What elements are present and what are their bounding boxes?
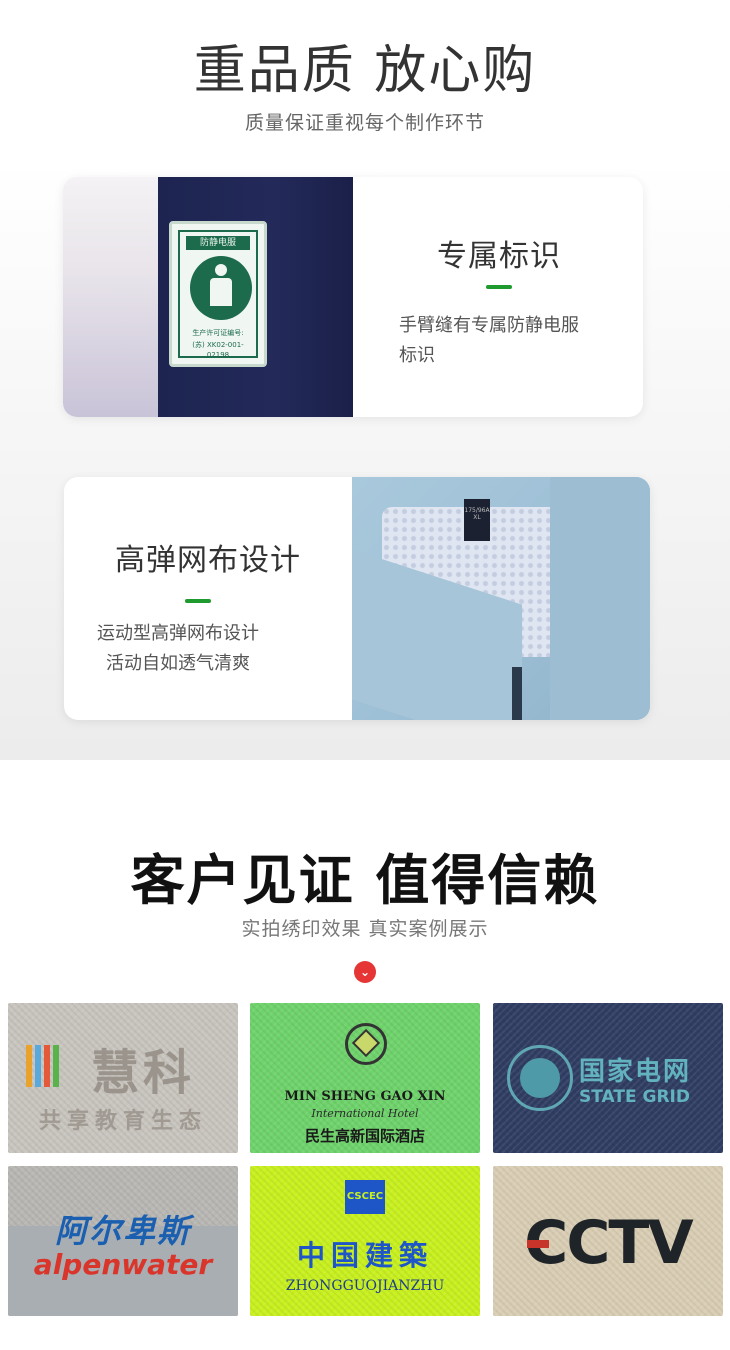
feature-desc: 手臂缝有专属防静电服 标识 [399, 315, 579, 366]
customers-subtitle: 实拍绣印效果 真实案例展示 [241, 918, 489, 940]
sample-cctv: CCTV [493, 1166, 723, 1316]
feature-title: 专属标识 [437, 239, 561, 274]
quality-title: 重品质 放心购 [193, 41, 537, 101]
mesh-collar-photo: 175/96A XL [352, 477, 650, 720]
feature-text-1: 专属标识 手臂缝有专属防静电服 标识 [355, 177, 643, 417]
antistatic-badge: 防静电服 生产许可证编号: (苏) XK02-001-02198 [169, 221, 267, 367]
sample-cscec: CSCEC 中国建築 ZHONGGUOJIANZHU [250, 1166, 480, 1316]
worker-figure-icon [190, 256, 252, 320]
feature-desc: 运动型高弹网布设计 活动自如透气清爽 [97, 623, 259, 674]
sample-alpenwater: 阿尔卑斯 alpenwater [8, 1166, 238, 1316]
customers-title: 客户见证 值得信赖 [130, 849, 600, 912]
sample-huike: 慧科 共享教育生态 [8, 1003, 238, 1153]
feature-text-2: 高弹网布设计 运动型高弹网布设计 活动自如透气清爽 [64, 477, 352, 720]
chevron-down-icon[interactable]: ⌄ [354, 961, 376, 983]
globe-icon [507, 1045, 573, 1111]
sample-minsheng: MIN SHENG GAO XIN International Hotel 民生… [250, 1003, 480, 1153]
feature-title: 高弹网布设计 [115, 543, 301, 578]
quality-subtitle: 质量保证重视每个制作环节 [244, 112, 485, 134]
feature-card-badge: 防静电服 生产许可证编号: (苏) XK02-001-02198 专属标识 手臂… [63, 177, 643, 417]
zipper [512, 667, 522, 720]
cscec-logo-icon: CSCEC [345, 1180, 385, 1214]
green-divider [185, 599, 211, 603]
green-divider [486, 285, 512, 289]
feature-card-mesh: 高弹网布设计 运动型高弹网布设计 活动自如透气清爽 175/96A XL [64, 477, 650, 720]
badge-photo: 防静电服 生产许可证编号: (苏) XK02-001-02198 [63, 177, 355, 417]
sample-state-grid: 国家电网 STATE GRID [493, 1003, 723, 1153]
size-tag: 175/96A XL [464, 499, 490, 541]
